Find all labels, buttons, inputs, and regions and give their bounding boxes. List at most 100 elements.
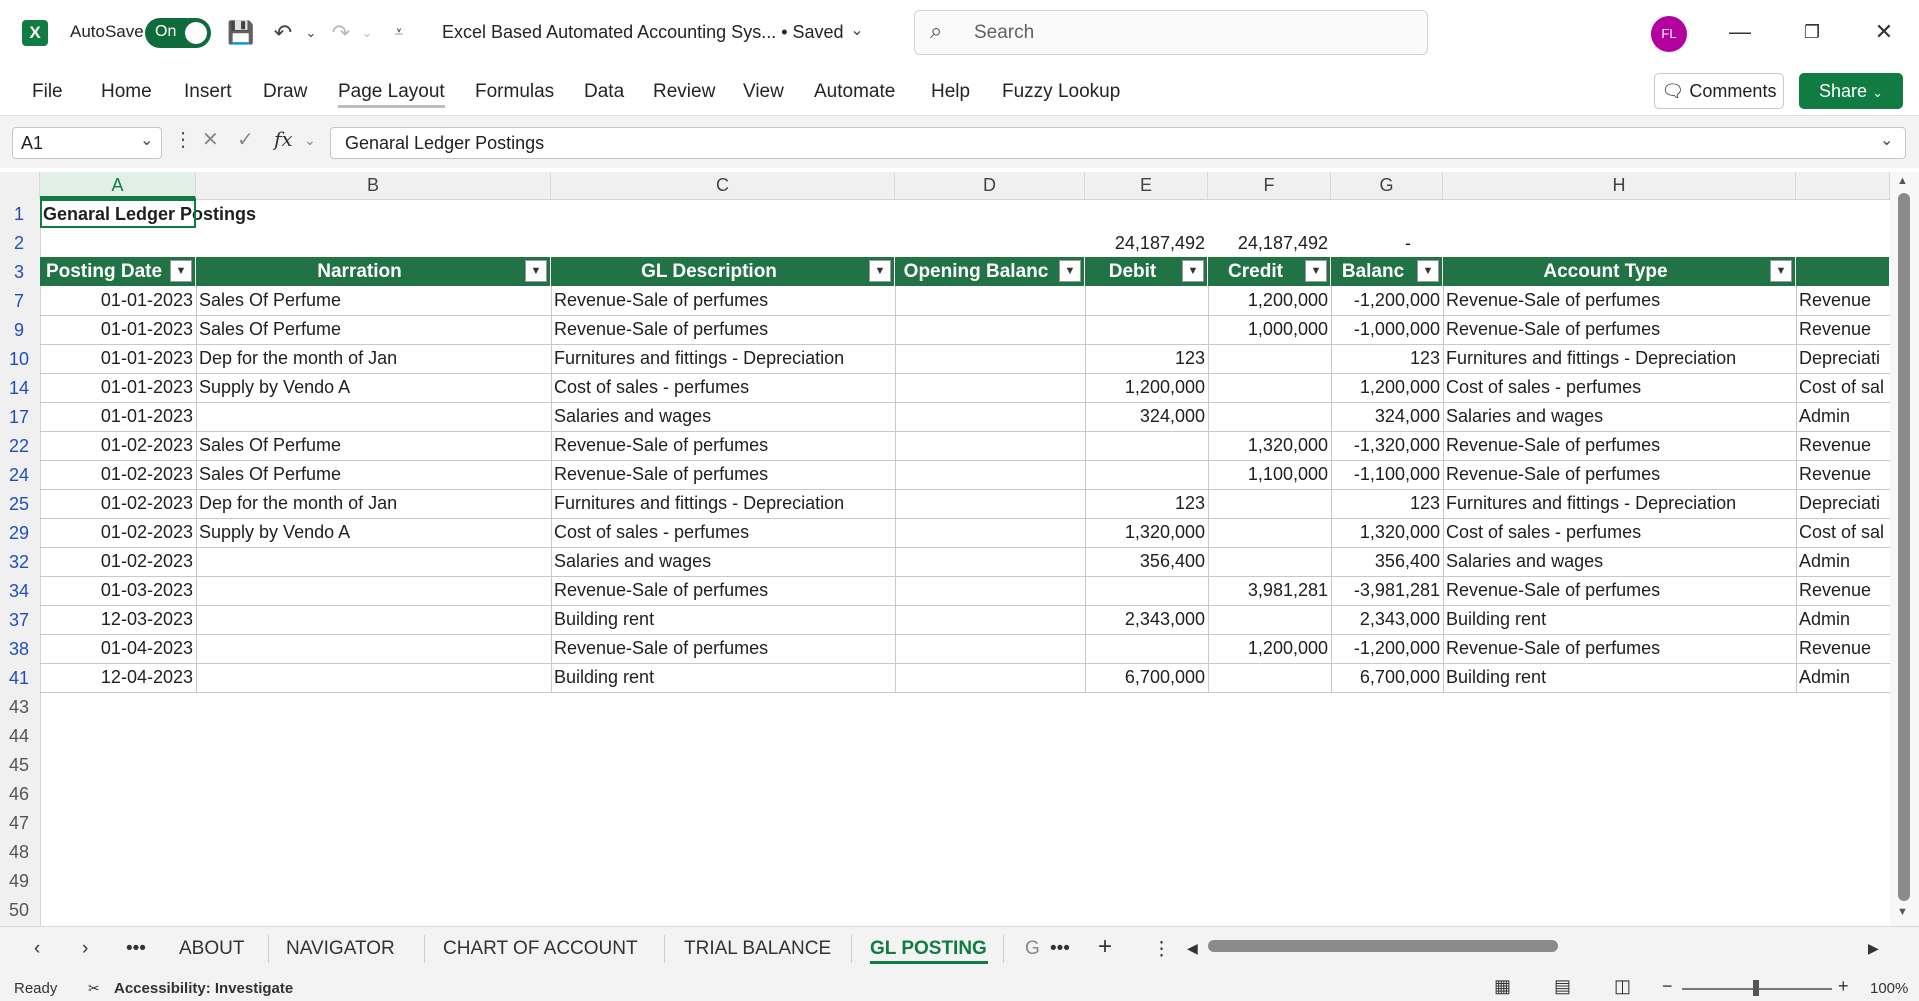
- column-header-d[interactable]: D: [895, 172, 1085, 199]
- sheet-tab-gl-posting[interactable]: GL POSTING: [870, 938, 987, 960]
- posting-date-cell[interactable]: 01-04-2023: [40, 634, 196, 663]
- tab-page-layout[interactable]: Page Layout: [338, 81, 445, 108]
- debit-cell[interactable]: [1085, 634, 1208, 663]
- narration-cell[interactable]: [196, 634, 551, 663]
- column-header-i[interactable]: [1796, 172, 1890, 199]
- debit-cell[interactable]: [1085, 431, 1208, 460]
- opening-balance-cell[interactable]: [895, 373, 1085, 402]
- narration-cell[interactable]: [196, 576, 551, 605]
- opening-balance-cell[interactable]: [895, 286, 1085, 315]
- group-cell[interactable]: Revenue: [1796, 460, 1890, 489]
- group-cell[interactable]: Cost of sal: [1796, 373, 1890, 402]
- account-type-cell[interactable]: Revenue-Sale of perfumes: [1443, 460, 1796, 489]
- gl-description-cell[interactable]: Building rent: [551, 663, 895, 692]
- undo-icon[interactable]: ↶: [268, 18, 298, 48]
- narration-cell[interactable]: Sales Of Perfume: [196, 460, 551, 489]
- filter-dropdown-icon[interactable]: ▼: [869, 260, 891, 282]
- gl-description-cell[interactable]: Revenue-Sale of perfumes: [551, 460, 895, 489]
- avatar[interactable]: FL: [1651, 16, 1687, 52]
- column-header-f[interactable]: F: [1208, 172, 1331, 199]
- gl-description-cell[interactable]: Revenue-Sale of perfumes: [551, 576, 895, 605]
- scroll-up-icon[interactable]: ▲: [1897, 175, 1908, 187]
- column-header-h[interactable]: H: [1443, 172, 1796, 199]
- row-number[interactable]: 7: [0, 291, 38, 312]
- zoom-slider-thumb[interactable]: [1753, 980, 1759, 996]
- row-number[interactable]: 44: [0, 726, 38, 747]
- row-number[interactable]: 43: [0, 697, 38, 718]
- posting-date-cell[interactable]: 01-01-2023: [40, 315, 196, 344]
- add-sheet-icon[interactable]: +: [1098, 933, 1112, 961]
- row-number[interactable]: 41: [0, 668, 38, 689]
- posting-date-cell[interactable]: 01-01-2023: [40, 402, 196, 431]
- balance-cell[interactable]: -3,981,281: [1331, 576, 1443, 605]
- credit-cell[interactable]: [1208, 402, 1331, 431]
- fx-icon[interactable]: fx: [274, 127, 293, 151]
- sheet-tab-about[interactable]: ABOUT: [179, 938, 244, 960]
- accessibility-icon[interactable]: ✂: [88, 980, 100, 997]
- sheet-options-icon[interactable]: ⋮: [1152, 938, 1171, 961]
- account-type-cell[interactable]: Salaries and wages: [1443, 547, 1796, 576]
- posting-date-cell[interactable]: 01-01-2023: [40, 373, 196, 402]
- column-header-narration[interactable]: Narration: [196, 257, 551, 286]
- sheet-tab-trial-balance[interactable]: TRIAL BALANCE: [684, 938, 831, 960]
- scroll-right-icon[interactable]: ▶: [1868, 940, 1879, 957]
- page-break-view-icon[interactable]: ◫: [1614, 976, 1631, 997]
- narration-cell[interactable]: [196, 663, 551, 692]
- sheet-tab-navigator[interactable]: NAVIGATOR: [286, 938, 395, 960]
- debit-cell[interactable]: [1085, 286, 1208, 315]
- group-cell[interactable]: Depreciati: [1796, 489, 1890, 518]
- gl-description-cell[interactable]: Cost of sales - perfumes: [551, 518, 895, 547]
- row-number[interactable]: 14: [0, 378, 38, 399]
- row-number[interactable]: 50: [0, 900, 38, 921]
- balance-cell[interactable]: -1,100,000: [1331, 460, 1443, 489]
- opening-balance-cell[interactable]: [895, 344, 1085, 373]
- filter-dropdown-icon[interactable]: ▼: [1182, 260, 1204, 282]
- row-number[interactable]: 9: [0, 320, 38, 341]
- gl-description-cell[interactable]: Building rent: [551, 605, 895, 634]
- balance-cell[interactable]: 6,700,000: [1331, 663, 1443, 692]
- balance-cell[interactable]: 1,200,000: [1331, 373, 1443, 402]
- group-cell[interactable]: Revenue: [1796, 315, 1890, 344]
- scroll-down-icon[interactable]: ▼: [1897, 906, 1908, 918]
- posting-date-cell[interactable]: 12-03-2023: [40, 605, 196, 634]
- narration-cell[interactable]: [196, 547, 551, 576]
- balance-cell[interactable]: 356,400: [1331, 547, 1443, 576]
- account-type-cell[interactable]: Revenue-Sale of perfumes: [1443, 431, 1796, 460]
- accessibility-status[interactable]: Accessibility: Investigate: [114, 980, 293, 997]
- narration-cell[interactable]: [196, 402, 551, 431]
- narration-cell[interactable]: Sales Of Perfume: [196, 431, 551, 460]
- debit-cell[interactable]: 1,320,000: [1085, 518, 1208, 547]
- credit-cell[interactable]: 1,320,000: [1208, 431, 1331, 460]
- vertical-scroll-thumb[interactable]: [1898, 193, 1910, 901]
- group-cell[interactable]: Admin: [1796, 605, 1890, 634]
- horizontal-scroll-thumb[interactable]: [1208, 940, 1558, 952]
- row-number[interactable]: 17: [0, 407, 38, 428]
- row-number[interactable]: 22: [0, 436, 38, 457]
- credit-cell[interactable]: [1208, 344, 1331, 373]
- posting-date-cell[interactable]: 01-02-2023: [40, 431, 196, 460]
- account-type-cell[interactable]: Cost of sales - perfumes: [1443, 518, 1796, 547]
- row-number[interactable]: 32: [0, 552, 38, 573]
- column-header-opening-balance[interactable]: Opening Balanc: [895, 257, 1085, 286]
- filter-dropdown-icon[interactable]: ▼: [170, 260, 192, 282]
- select-all-corner[interactable]: [0, 172, 40, 199]
- group-cell[interactable]: Revenue: [1796, 576, 1890, 605]
- group-cell[interactable]: Admin: [1796, 547, 1890, 576]
- account-type-cell[interactable]: Building rent: [1443, 605, 1796, 634]
- account-type-cell[interactable]: Revenue-Sale of perfumes: [1443, 634, 1796, 663]
- document-title[interactable]: Excel Based Automated Accounting Sys... …: [442, 22, 844, 43]
- group-cell[interactable]: Admin: [1796, 663, 1890, 692]
- group-cell[interactable]: Depreciati: [1796, 344, 1890, 373]
- opening-balance-cell[interactable]: [895, 547, 1085, 576]
- posting-date-cell[interactable]: 12-04-2023: [40, 663, 196, 692]
- row-number[interactable]: 47: [0, 813, 38, 834]
- posting-date-cell[interactable]: 01-02-2023: [40, 489, 196, 518]
- chevron-down-icon[interactable]: ⌄: [842, 16, 872, 46]
- expand-formula-icon[interactable]: ⌄: [1880, 130, 1893, 150]
- column-header-c[interactable]: C: [551, 172, 895, 199]
- row-number[interactable]: 49: [0, 871, 38, 892]
- comments-button[interactable]: 🗨 Comments: [1654, 73, 1784, 109]
- credit-cell[interactable]: [1208, 663, 1331, 692]
- opening-balance-cell[interactable]: [895, 605, 1085, 634]
- gl-description-cell[interactable]: Furnitures and fittings - Depreciation: [551, 344, 895, 373]
